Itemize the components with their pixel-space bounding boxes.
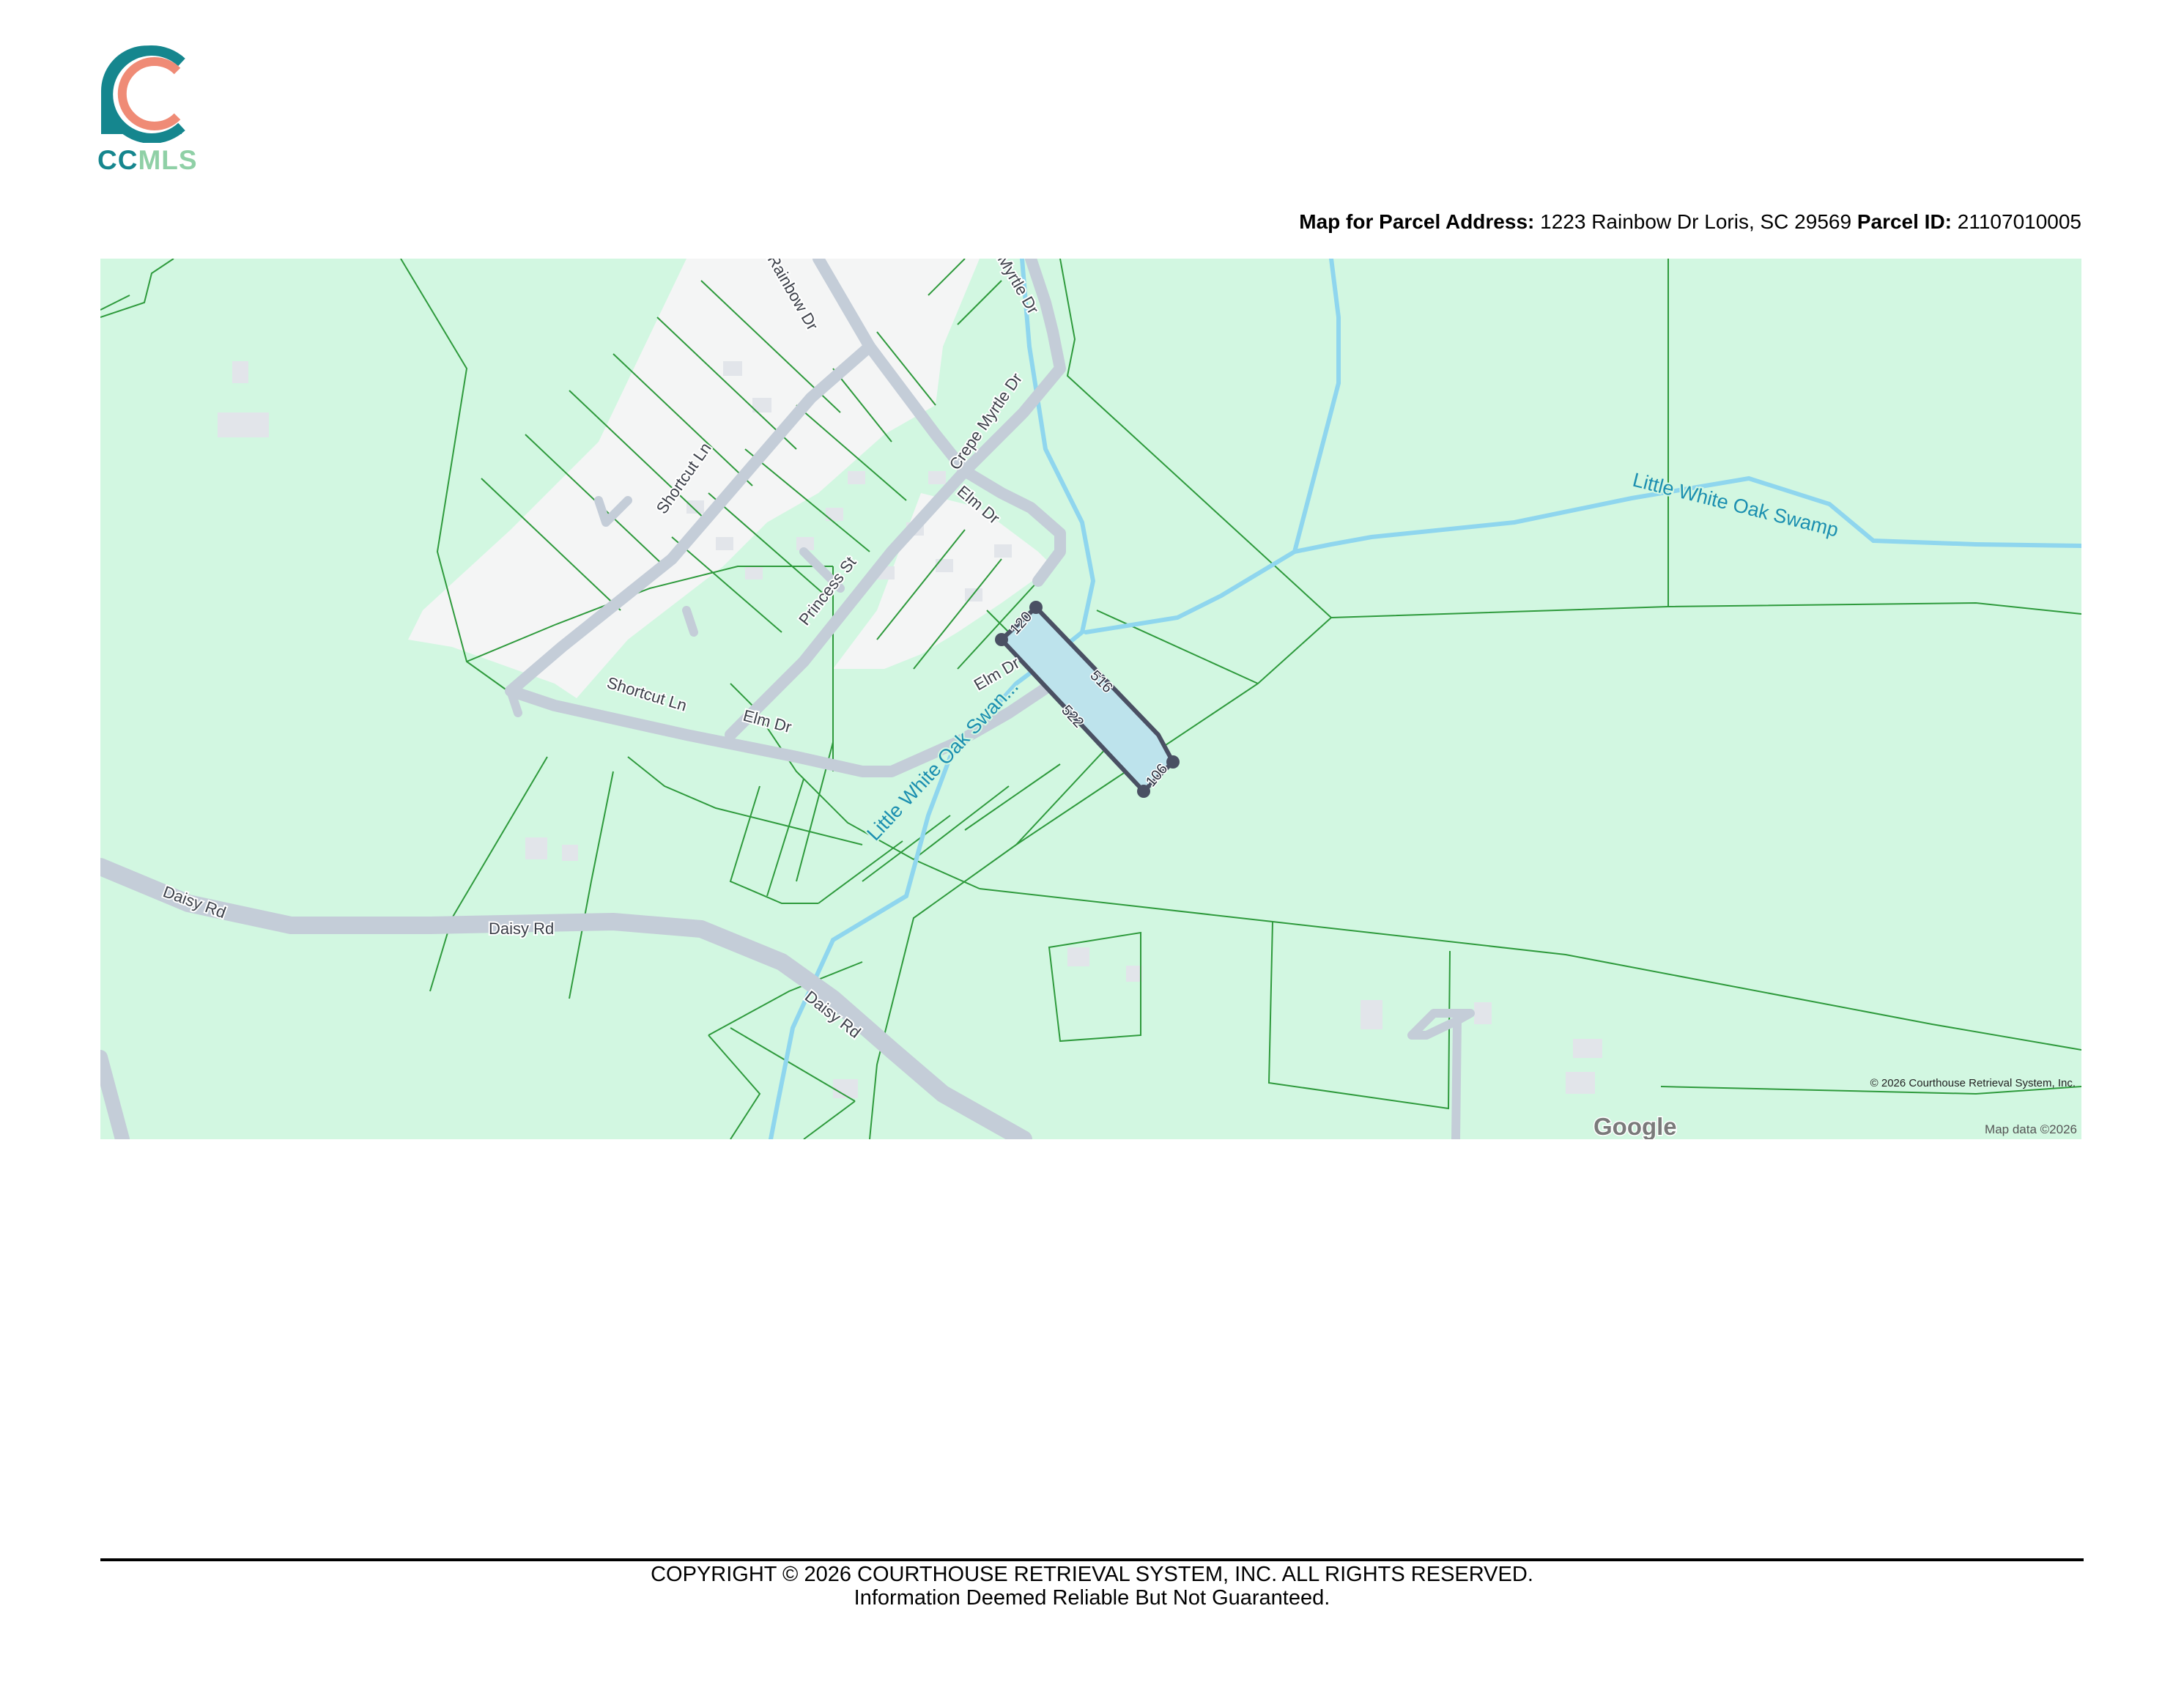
waterways xyxy=(769,259,2081,1139)
address-value: 1223 Rainbow Dr Loris, SC 29569 xyxy=(1540,210,1852,233)
footer-disclaimer: Information Deemed Reliable But Not Guar… xyxy=(854,1586,1330,1610)
parcel-header: Map for Parcel Address: 1223 Rainbow Dr … xyxy=(1299,210,2081,234)
address-label: Map for Parcel Address: xyxy=(1299,210,1535,233)
label-shortcut-ln-2: Shortcut Ln xyxy=(605,673,689,715)
ccmls-logo-text: CCMLS xyxy=(97,145,198,176)
label-princess-st: Princess St xyxy=(795,553,859,629)
map-canvas[interactable]: Rainbow Dr Myrtle Dr Crepe Myrtle Dr Sho… xyxy=(100,259,2081,1139)
cul-de-sac-3 xyxy=(682,606,698,637)
map-data-credit[interactable]: Map data ©2026 xyxy=(1985,1122,2077,1136)
ccmls-logo-mark xyxy=(100,45,185,144)
parcel-map[interactable]: Rainbow Dr Myrtle Dr Crepe Myrtle Dr Sho… xyxy=(100,259,2081,1139)
label-little-white-oak-swan: Little White Oak Swan... xyxy=(862,675,1022,845)
building-footprints xyxy=(218,361,1602,1098)
logo-text-cc: CC xyxy=(97,145,138,175)
footer-copyright: COPYRIGHT © 2026 COURTHOUSE RETRIEVAL SY… xyxy=(651,1563,1533,1586)
logo-text-mls: MLS xyxy=(138,145,198,175)
parcel-id-value: 21107010005 xyxy=(1957,210,2081,233)
driveway-east xyxy=(1407,1009,1475,1139)
google-logo: Google xyxy=(1593,1113,1677,1139)
southwest-road xyxy=(100,1050,130,1139)
label-elm-dr-3: Elm Dr xyxy=(741,706,793,737)
label-daisy-rd-1: Daisy Rd xyxy=(160,882,228,922)
map-copyright: © 2026 Courthouse Retrieval System, Inc. xyxy=(1870,1077,2076,1089)
parcel-id-label: Parcel ID: xyxy=(1857,210,1952,233)
footer-divider xyxy=(100,1558,2084,1561)
label-daisy-rd-2: Daisy Rd xyxy=(489,919,554,938)
